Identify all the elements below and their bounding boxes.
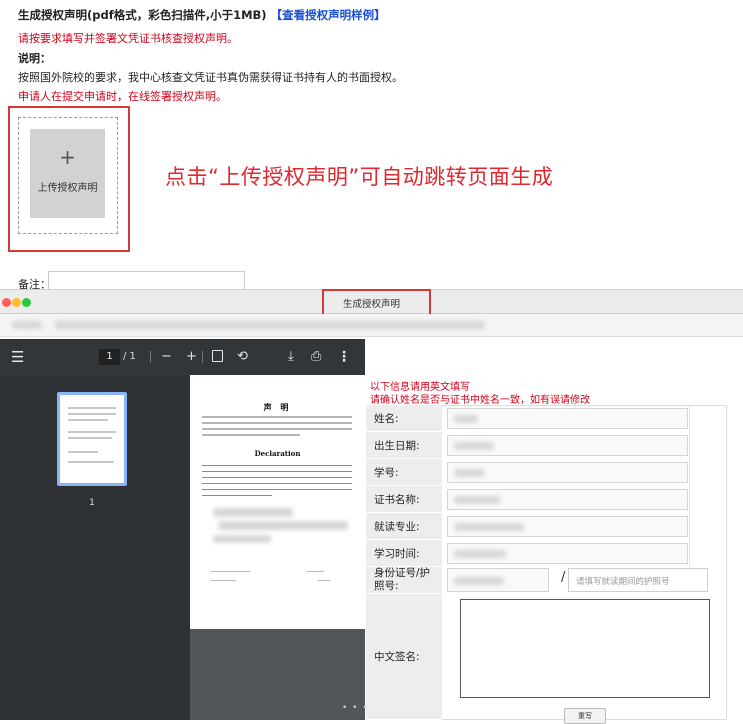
- menu-icon[interactable]: ☰: [11, 339, 24, 375]
- form-label-birthdate: 出生日期:: [366, 432, 442, 459]
- form-label-study-period: 学习时间:: [366, 540, 442, 567]
- passport-placeholder: 请填写就读期间的护照号: [576, 577, 670, 587]
- thumbnail-page-number: 1: [89, 498, 95, 508]
- certificate-input[interactable]: [447, 489, 688, 510]
- major-input[interactable]: [447, 516, 688, 537]
- upload-section-title: 生成授权声明(pdf格式，彩色扫描件,小于1MB) 【查看授权声明样例】: [18, 7, 386, 23]
- redacted-text: [213, 535, 271, 543]
- form-label-signature: 中文签名:: [366, 594, 442, 720]
- print-icon[interactable]: ⎙: [311, 339, 321, 375]
- download-icon[interactable]: ⤓: [288, 339, 294, 375]
- rotate-icon[interactable]: ⟲: [237, 339, 248, 375]
- form-label-major: 就读专业:: [366, 513, 442, 540]
- plus-icon: +: [59, 145, 76, 169]
- address-redacted-url: [55, 321, 485, 329]
- form-right-column: [689, 405, 728, 567]
- explain-label: 说明：: [18, 52, 51, 65]
- fit-page-icon[interactable]: [212, 350, 223, 362]
- id-label-line1: 身份证号/护: [374, 567, 431, 579]
- document-declaration-title: Declaration: [254, 449, 301, 458]
- page-number-input[interactable]: 1: [99, 349, 120, 365]
- online-sign-note: 申请人在提交申请时，在线签署授权声明。: [18, 90, 227, 103]
- zoom-in-icon[interactable]: +: [186, 339, 197, 375]
- toolbar-divider: [202, 351, 203, 363]
- toolbar-divider: [150, 351, 151, 363]
- name-input[interactable]: [447, 408, 688, 429]
- document-heading: 声 明: [263, 403, 292, 412]
- id-separator: /: [561, 570, 566, 585]
- form-label-id-passport: 身份证号/护 照号:: [366, 567, 442, 594]
- upload-declaration-button[interactable]: + 上传授权声明: [30, 129, 105, 218]
- pdf-toolbar: ☰ 1 / 1 − + ⟲ ⤓ ⎙ ⋮: [0, 339, 365, 375]
- rewrite-button[interactable]: 重写: [564, 708, 606, 724]
- id-number-input[interactable]: [447, 568, 549, 592]
- explain-text: 按照国外院校的要求，我中心核查文凭证书真伪需获得证书持有人的书面授权。: [18, 71, 403, 84]
- form-label-name: 姓名:: [366, 405, 442, 432]
- birthdate-input[interactable]: [447, 435, 688, 456]
- upload-title-text: 生成授权声明(pdf格式，彩色扫描件,小于1MB): [18, 8, 267, 22]
- student-id-input[interactable]: [447, 462, 688, 483]
- study-period-input[interactable]: [447, 543, 688, 564]
- annotation-text: 点击“上传授权声明”可自动跳转页面生成: [165, 165, 554, 189]
- id-label-line2: 照号:: [374, 580, 399, 592]
- form-label-certificate: 证书名称:: [366, 486, 442, 513]
- pdf-page: 声 明 Declaration: [190, 375, 365, 629]
- redacted-text: [213, 508, 293, 517]
- upload-note: 请按要求填写并签署文凭证书核查授权声明。: [18, 32, 238, 45]
- address-redacted-icon: [12, 321, 42, 329]
- sample-link[interactable]: 【查看授权声明样例】: [271, 8, 386, 22]
- zoom-out-icon[interactable]: −: [161, 339, 172, 375]
- page-total: / 1: [123, 351, 136, 362]
- page-thumbnail[interactable]: [57, 392, 127, 486]
- address-bar[interactable]: [0, 314, 743, 337]
- form-label-student-id: 学号:: [366, 459, 442, 486]
- name-check-note: 请确认姓名是否与证书中姓名一致，如有误请修改: [370, 395, 590, 406]
- upload-button-label: 上传授权声明: [37, 183, 98, 194]
- more-options-icon[interactable]: ⋮: [337, 339, 351, 375]
- signature-pad[interactable]: [460, 599, 710, 698]
- redacted-text: [218, 521, 348, 530]
